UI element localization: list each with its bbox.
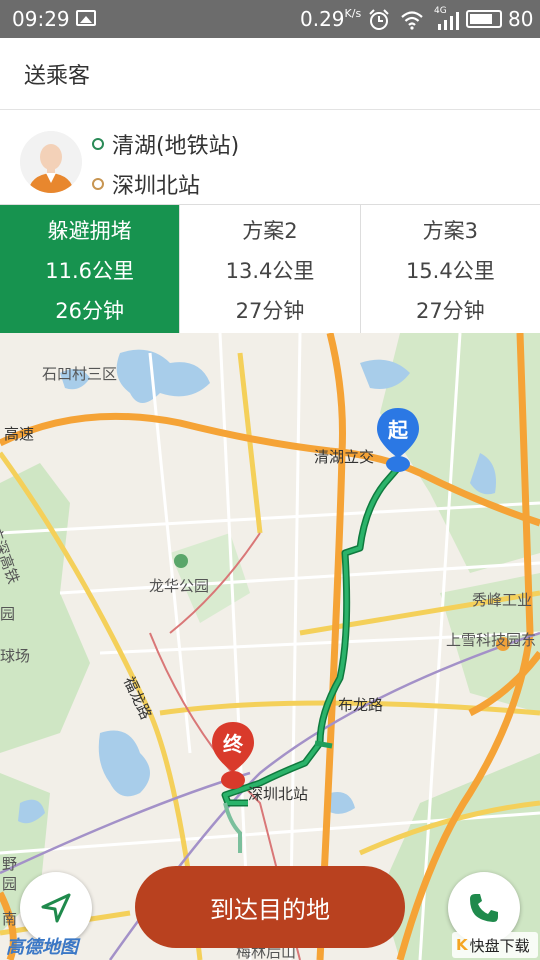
map-label: 秀峰工业 bbox=[472, 591, 533, 609]
status-bar: 09:29 0.29K/s 4G 80 bbox=[0, 0, 540, 38]
header: 送乘客 bbox=[0, 38, 540, 110]
route-plan-tabs: 躲避拥堵 11.6公里 26分钟 方案2 13.4公里 27分钟 方案3 15.… bbox=[0, 205, 540, 333]
plan-distance: 15.4公里 bbox=[405, 259, 495, 283]
page-title: 送乘客 bbox=[24, 64, 91, 89]
signal-icon: 4G bbox=[434, 6, 460, 30]
plan-name: 躲避拥堵 bbox=[47, 219, 132, 243]
map-label: 布龙路 bbox=[338, 696, 384, 714]
status-time: 09:29 bbox=[12, 7, 70, 31]
map-label: 野 bbox=[2, 855, 18, 873]
route-plan-2[interactable]: 方案2 13.4公里 27分钟 bbox=[180, 205, 361, 333]
pickup-dot-icon bbox=[92, 138, 104, 150]
watermark: K 快盘下载 bbox=[452, 932, 538, 958]
start-marker[interactable]: 起 bbox=[375, 406, 421, 476]
map-label: 龙华公园 bbox=[149, 577, 210, 595]
dropoff-label: 深圳北站 bbox=[112, 174, 201, 199]
dropoff-dot-icon bbox=[92, 178, 104, 190]
network-speed: 0.29K/s bbox=[300, 7, 362, 31]
dropoff-location: 深圳北站 bbox=[92, 168, 200, 200]
plan-duration: 27分钟 bbox=[235, 299, 305, 323]
pickup-location: 清湖(地铁站) bbox=[92, 128, 239, 160]
plan-distance: 11.6公里 bbox=[45, 259, 135, 283]
map-label: 球场 bbox=[0, 647, 31, 665]
end-marker-label: 终 bbox=[223, 732, 243, 756]
map-label: 清湖立交 bbox=[314, 448, 375, 466]
picture-icon bbox=[76, 10, 96, 26]
plan-name: 方案2 bbox=[242, 219, 298, 243]
phone-icon bbox=[470, 894, 498, 922]
plan-duration: 27分钟 bbox=[415, 299, 485, 323]
map-label: 上雪科技园东 bbox=[446, 631, 537, 649]
pickup-label: 清湖(地铁站) bbox=[112, 134, 240, 159]
plan-duration: 26分钟 bbox=[55, 299, 125, 323]
battery-icon bbox=[466, 10, 502, 28]
arrive-destination-button[interactable]: 到达目的地 bbox=[135, 866, 405, 948]
map-label: 园 bbox=[2, 875, 18, 893]
plan-distance: 13.4公里 bbox=[225, 259, 315, 283]
alarm-icon bbox=[369, 9, 389, 30]
route-plan-1[interactable]: 躲避拥堵 11.6公里 26分钟 bbox=[0, 205, 181, 333]
map-label: 南 bbox=[2, 910, 18, 928]
battery-level: 80 bbox=[508, 7, 534, 31]
map-label: 园 bbox=[0, 605, 16, 623]
navigation-arrow-icon bbox=[41, 893, 71, 923]
map-label: 深圳北站 bbox=[248, 785, 309, 803]
avatar bbox=[20, 131, 82, 193]
plan-name: 方案3 bbox=[422, 219, 478, 243]
passenger-card: 清湖(地铁站) 深圳北站 bbox=[0, 110, 540, 205]
wifi-icon bbox=[401, 11, 423, 30]
start-marker-label: 起 bbox=[388, 418, 408, 442]
end-marker[interactable]: 终 bbox=[210, 720, 256, 792]
map-label: 高速 bbox=[4, 425, 35, 443]
map-label: 石凹村三区 bbox=[42, 365, 118, 383]
route-plan-3[interactable]: 方案3 15.4公里 27分钟 bbox=[361, 205, 540, 333]
amap-logo: 高德地图 bbox=[6, 937, 78, 958]
